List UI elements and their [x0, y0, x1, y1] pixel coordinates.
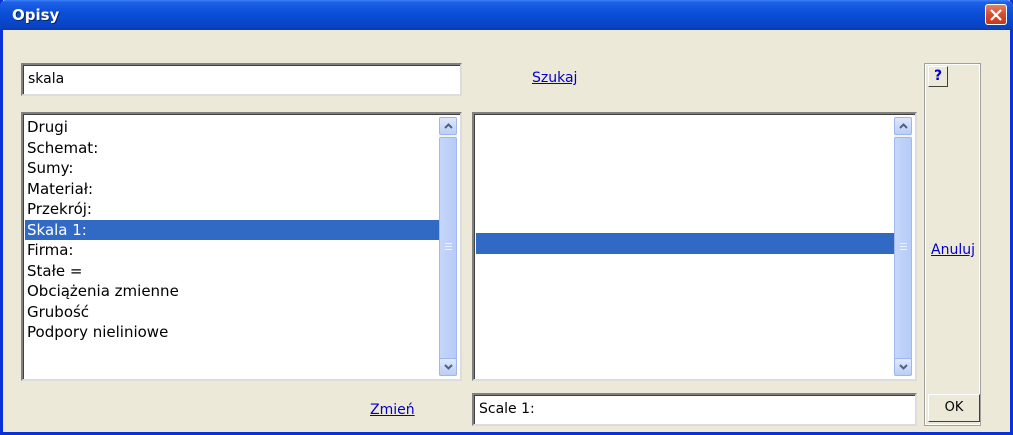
window-title: Opisy — [12, 6, 60, 24]
value-input-frame — [472, 393, 917, 426]
chevron-up-icon — [444, 123, 453, 129]
ok-button[interactable]: OK — [928, 394, 980, 422]
list-item[interactable]: Stałe = — [25, 261, 440, 282]
list-item[interactable]: Schemat: — [25, 138, 440, 159]
list-item[interactable]: Obciążenia zmienne — [25, 281, 440, 302]
list-item[interactable]: Firma: — [25, 240, 440, 261]
search-input[interactable] — [26, 68, 459, 89]
value-input[interactable] — [477, 398, 914, 419]
close-icon — [990, 9, 1002, 21]
list-item[interactable]: Materiał: — [25, 179, 440, 200]
chevron-down-icon — [899, 364, 908, 370]
help-button[interactable]: ? — [928, 66, 948, 87]
scroll-thumb[interactable] — [894, 137, 912, 360]
list-item[interactable]: Grubość — [25, 302, 440, 323]
scroll-down-button[interactable] — [439, 358, 457, 376]
list-item-selected[interactable] — [476, 233, 895, 254]
scroll-up-button[interactable] — [894, 117, 912, 135]
chevron-up-icon — [899, 123, 908, 129]
search-link[interactable]: Szukaj — [532, 70, 577, 86]
scroll-down-button[interactable] — [894, 358, 912, 376]
descriptions-list[interactable]: Drugi Schemat: Sumy: Materiał: Przekrój:… — [21, 112, 462, 381]
list-item[interactable]: Drugi — [25, 117, 440, 138]
title-bar[interactable]: Opisy — [0, 0, 1013, 30]
list-scrollbar[interactable] — [439, 117, 457, 376]
translations-list[interactable] — [472, 112, 917, 381]
scroll-thumb[interactable] — [439, 137, 457, 360]
list-scrollbar[interactable] — [894, 117, 912, 376]
search-input-frame — [21, 63, 462, 96]
list-item[interactable]: Sumy: — [25, 158, 440, 179]
list-items: Drugi Schemat: Sumy: Materiał: Przekrój:… — [25, 117, 440, 343]
cancel-link[interactable]: Anuluj — [931, 242, 975, 258]
change-link[interactable]: Zmień — [370, 402, 415, 418]
chevron-down-icon — [444, 364, 453, 370]
list-item[interactable]: Przekrój: — [25, 199, 440, 220]
close-button[interactable] — [985, 4, 1007, 25]
scroll-up-button[interactable] — [439, 117, 457, 135]
list-item[interactable]: Podpory nieliniowe — [25, 322, 440, 343]
list-item-selected[interactable]: Skala 1: — [25, 219, 440, 240]
